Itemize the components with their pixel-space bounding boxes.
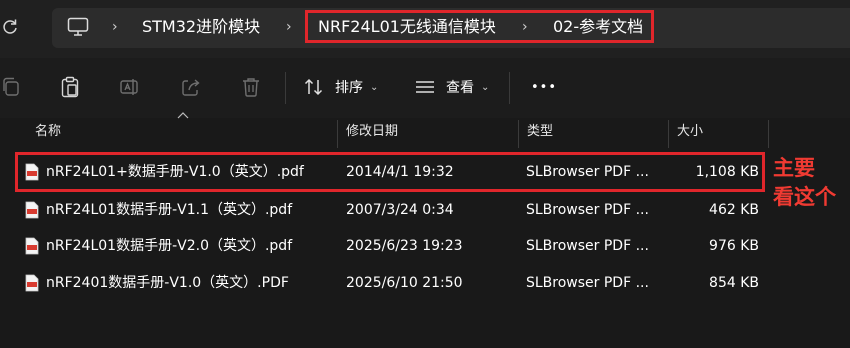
file-type: SLBrowser PDF ... — [526, 202, 649, 218]
file-type: SLBrowser PDF ... — [526, 238, 649, 254]
pdf-file-icon — [25, 201, 39, 219]
view-icon — [414, 76, 436, 98]
breadcrumb-item-stm32[interactable]: STM32进阶模块 — [142, 15, 260, 39]
rename-icon[interactable] — [119, 76, 141, 98]
chevron-down-icon: ⌄ — [370, 81, 379, 93]
file-row[interactable]: nRF24L01数据手册-V1.1（英文）.pdf 2007/3/24 0:34… — [16, 192, 766, 228]
delete-icon[interactable] — [240, 76, 262, 98]
sort-button[interactable]: 排序 ⌄ — [303, 74, 378, 100]
annotation-note: 主要 看这个 — [773, 154, 849, 212]
breadcrumb-separator-icon[interactable]: › — [112, 16, 118, 38]
column-header-size[interactable]: 大小 — [677, 118, 703, 148]
file-name: nRF2401数据手册-V1.0（英文）.PDF — [46, 275, 289, 291]
column-header-type[interactable]: 类型 — [527, 118, 553, 148]
annotation-line-1: 主要 — [773, 156, 815, 180]
column-header-modified[interactable]: 修改日期 — [346, 118, 398, 148]
pdf-file-icon — [25, 274, 39, 292]
row-highlight-box — [15, 152, 765, 192]
file-size: 976 KB — [709, 238, 759, 254]
sort-label: 排序 — [335, 80, 363, 96]
view-label: 查看 — [446, 80, 474, 96]
file-size: 854 KB — [709, 275, 759, 291]
file-type: SLBrowser PDF ... — [526, 275, 649, 291]
refresh-icon[interactable] — [2, 16, 20, 38]
toolbar-divider — [509, 72, 510, 104]
sort-icon — [303, 76, 325, 98]
file-explorer-window: › STM32进阶模块 › NRF24L01无线通信模块 › 02-参考文档 排… — [0, 0, 850, 348]
column-divider[interactable] — [768, 120, 769, 148]
annotation-line-2: 看这个 — [773, 185, 836, 209]
address-bar-row: › STM32进阶模块 › NRF24L01无线通信模块 › 02-参考文档 — [0, 0, 850, 58]
column-divider[interactable] — [337, 120, 338, 148]
file-modified: 2007/3/24 0:34 — [346, 202, 454, 218]
share-icon[interactable] — [180, 76, 202, 98]
chevron-down-icon: ⌄ — [481, 81, 490, 93]
this-pc-icon[interactable] — [67, 17, 89, 37]
breadcrumb-separator-icon[interactable]: › — [286, 16, 292, 38]
file-size: 462 KB — [709, 202, 759, 218]
file-name: nRF24L01数据手册-V1.1（英文）.pdf — [46, 202, 293, 218]
more-icon: ••• — [531, 79, 558, 95]
pdf-file-icon — [25, 237, 39, 255]
file-name: nRF24L01数据手册-V2.0（英文）.pdf — [46, 238, 293, 254]
file-row[interactable]: nRF24L01数据手册-V2.0（英文）.pdf 2025/6/23 19:2… — [16, 228, 766, 264]
toolbar-divider — [285, 72, 286, 104]
copy-icon[interactable] — [0, 76, 22, 98]
more-button[interactable]: ••• — [531, 74, 557, 100]
command-bar: 排序 ⌄ 查看 ⌄ ••• — [0, 58, 850, 118]
column-divider[interactable] — [668, 120, 669, 148]
column-header-row: 名称 修改日期 类型 大小 — [0, 118, 850, 148]
paste-icon[interactable] — [59, 76, 81, 98]
file-modified: 2025/6/23 19:23 — [346, 238, 463, 254]
file-modified: 2025/6/10 21:50 — [346, 275, 463, 291]
file-row[interactable]: nRF2401数据手册-V1.0（英文）.PDF 2025/6/10 21:50… — [16, 265, 766, 301]
view-button[interactable]: 查看 ⌄ — [414, 74, 489, 100]
path-highlight-box — [305, 10, 654, 43]
column-divider[interactable] — [518, 120, 519, 148]
column-header-name[interactable]: 名称 — [35, 118, 61, 148]
